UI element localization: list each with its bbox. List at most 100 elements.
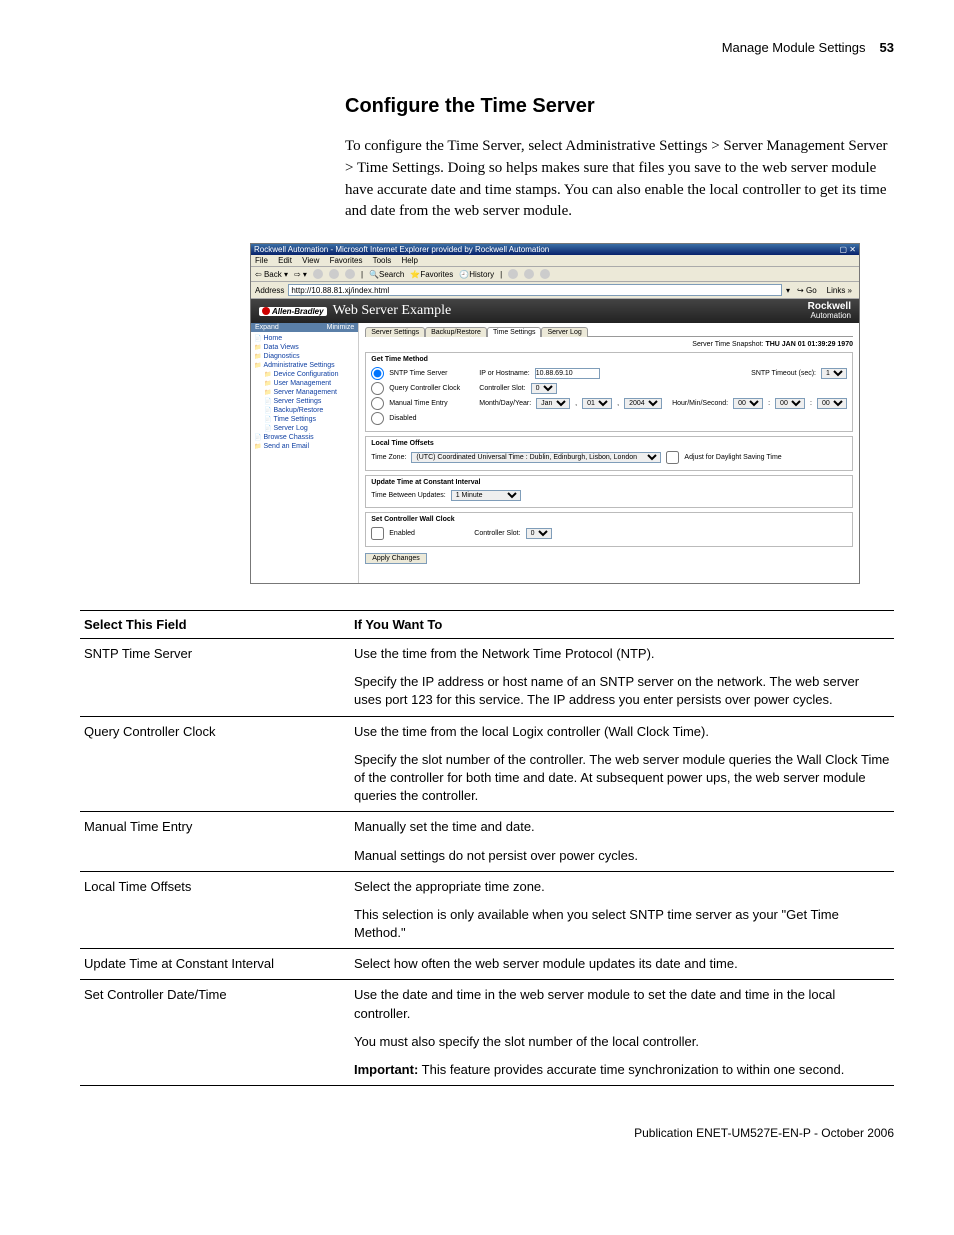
- header-section: Manage Module Settings: [722, 40, 866, 55]
- back-button[interactable]: ⇦ Back ▾: [255, 270, 288, 279]
- update-interval-section: Update Time at Constant Interval Time Be…: [365, 475, 853, 508]
- brand-badge: Allen-Bradley: [259, 307, 327, 316]
- apply-changes-button[interactable]: Apply Changes: [365, 553, 426, 564]
- sec-select[interactable]: 00: [817, 398, 847, 409]
- tab-bar[interactable]: Server Settings Backup/Restore Time Sett…: [365, 326, 853, 337]
- mail-icon[interactable]: [508, 269, 518, 279]
- sidebar-item[interactable]: Send an Email: [254, 442, 355, 451]
- main-panel: Server Settings Backup/Restore Time Sett…: [359, 323, 859, 583]
- favorites-button[interactable]: ⭐Favorites: [410, 270, 453, 279]
- sidebar-item[interactable]: Server Settings: [254, 397, 355, 406]
- min-select[interactable]: 00: [775, 398, 805, 409]
- field-desc: Manually set the time and date.Manual se…: [350, 812, 894, 871]
- tab-backup-restore[interactable]: Backup/Restore: [425, 327, 487, 337]
- address-label: Address: [255, 286, 284, 295]
- home-icon[interactable]: [345, 269, 355, 279]
- field-desc: Use the time from the local Logix contro…: [350, 716, 894, 812]
- address-input[interactable]: [288, 284, 782, 296]
- fields-table: Select This Field If You Want To SNTP Ti…: [80, 610, 894, 1086]
- sidebar-item[interactable]: Home: [254, 334, 355, 343]
- app-banner: Allen-Bradley Web Server Example Rockwel…: [251, 299, 859, 323]
- window-titlebar: Rockwell Automation - Microsoft Internet…: [251, 244, 859, 255]
- local-offsets-section: Local Time Offsets Time Zone: (UTC) Coor…: [365, 436, 853, 471]
- browser-screenshot: Rockwell Automation - Microsoft Internet…: [250, 243, 860, 584]
- dst-checkbox[interactable]: [666, 451, 679, 464]
- sidebar-item[interactable]: Data Views: [254, 343, 355, 352]
- menu-file[interactable]: File: [255, 256, 268, 265]
- search-button[interactable]: 🔍Search: [369, 270, 404, 279]
- page-header: Manage Module Settings 53: [80, 40, 894, 55]
- year-select[interactable]: 2004: [624, 398, 662, 409]
- radio-query[interactable]: [371, 382, 384, 395]
- ip-input[interactable]: [535, 368, 600, 379]
- table-header-field: Select This Field: [80, 611, 350, 639]
- time-snapshot: Server Time Snapshot: THU JAN 01 01:39:2…: [365, 339, 853, 352]
- day-select[interactable]: 01: [582, 398, 612, 409]
- refresh-icon[interactable]: [329, 269, 339, 279]
- radio-disabled[interactable]: [371, 412, 384, 425]
- section-heading: Get Time Method: [371, 356, 847, 363]
- edit-icon[interactable]: [540, 269, 550, 279]
- field-name: Manual Time Entry: [80, 812, 350, 871]
- window-title: Rockwell Automation - Microsoft Internet…: [254, 245, 549, 254]
- sidebar-item[interactable]: Backup/Restore: [254, 406, 355, 415]
- field-name: Set Controller Date/Time: [80, 980, 350, 1086]
- menu-edit[interactable]: Edit: [278, 256, 292, 265]
- sidebar-item[interactable]: Time Settings: [254, 415, 355, 424]
- interval-select[interactable]: 1 Minute: [451, 490, 521, 501]
- field-desc: Select how often the web server module u…: [350, 949, 894, 980]
- field-desc: Use the date and time in the web server …: [350, 980, 894, 1086]
- section-heading: Set Controller Wall Clock: [371, 516, 847, 523]
- menu-favorites[interactable]: Favorites: [330, 256, 363, 265]
- set-controller-section: Set Controller Wall Clock Enabled Contro…: [365, 512, 853, 547]
- window-controls-icon[interactable]: ▢ ✕: [840, 245, 856, 254]
- menu-tools[interactable]: Tools: [373, 256, 392, 265]
- sidebar-item[interactable]: Diagnostics: [254, 352, 355, 361]
- forward-button[interactable]: ⇨ ▾: [294, 270, 307, 279]
- table-header-desc: If You Want To: [350, 611, 894, 639]
- radio-manual[interactable]: [371, 397, 384, 410]
- field-name: Update Time at Constant Interval: [80, 949, 350, 980]
- field-name: Local Time Offsets: [80, 871, 350, 949]
- hour-select[interactable]: 00: [733, 398, 763, 409]
- history-button[interactable]: 🕘History: [459, 270, 494, 279]
- field-desc: Select the appropriate time zone.This se…: [350, 871, 894, 949]
- sidebar-item[interactable]: Device Configuration: [254, 370, 355, 379]
- app-title: Web Server Example: [333, 303, 452, 319]
- print-icon[interactable]: [524, 269, 534, 279]
- tab-server-log[interactable]: Server Log: [541, 327, 587, 337]
- section-title: Configure the Time Server: [345, 95, 894, 118]
- stop-icon[interactable]: [313, 269, 323, 279]
- get-time-method-section: Get Time Method SNTP Time Server IP or H…: [365, 352, 853, 432]
- controller-slot-select[interactable]: 0: [526, 528, 552, 539]
- minimize-button[interactable]: Minimize: [327, 324, 355, 331]
- sidebar-item[interactable]: Browse Chassis: [254, 433, 355, 442]
- toolbar[interactable]: ⇦ Back ▾ ⇨ ▾ | 🔍Search ⭐Favorites 🕘Histo…: [251, 267, 859, 282]
- nav-sidebar[interactable]: Expand Minimize HomeData ViewsDiagnostic…: [251, 323, 359, 583]
- sidebar-item[interactable]: Server Log: [254, 424, 355, 433]
- go-button[interactable]: ↪ Go: [794, 286, 820, 295]
- field-name: Query Controller Clock: [80, 716, 350, 812]
- radio-sntp[interactable]: [371, 367, 384, 380]
- tab-server-settings[interactable]: Server Settings: [365, 327, 425, 337]
- expand-button[interactable]: Expand: [255, 324, 279, 331]
- publication-footer: Publication ENET-UM527E-EN-P - October 2…: [80, 1126, 894, 1140]
- sidebar-item[interactable]: Administrative Settings: [254, 361, 355, 370]
- enabled-checkbox[interactable]: [371, 527, 384, 540]
- address-bar[interactable]: Address ▾ ↪ Go Links »: [251, 282, 859, 299]
- slot-select[interactable]: 0: [531, 383, 557, 394]
- page-number: 53: [880, 40, 894, 55]
- menu-view[interactable]: View: [302, 256, 319, 265]
- timezone-select[interactable]: (UTC) Coordinated Universal Time : Dubli…: [411, 452, 661, 463]
- month-select[interactable]: Jan: [536, 398, 570, 409]
- field-name: SNTP Time Server: [80, 639, 350, 717]
- timeout-select[interactable]: 1: [821, 368, 847, 379]
- menu-help[interactable]: Help: [402, 256, 418, 265]
- field-desc: Use the time from the Network Time Proto…: [350, 639, 894, 717]
- links-button[interactable]: Links »: [824, 286, 855, 295]
- intro-paragraph: To configure the Time Server, select Adm…: [345, 136, 894, 223]
- menu-bar[interactable]: File Edit View Favorites Tools Help: [251, 255, 859, 267]
- sidebar-item[interactable]: Server Management: [254, 388, 355, 397]
- tab-time-settings[interactable]: Time Settings: [487, 327, 542, 337]
- sidebar-item[interactable]: User Management: [254, 379, 355, 388]
